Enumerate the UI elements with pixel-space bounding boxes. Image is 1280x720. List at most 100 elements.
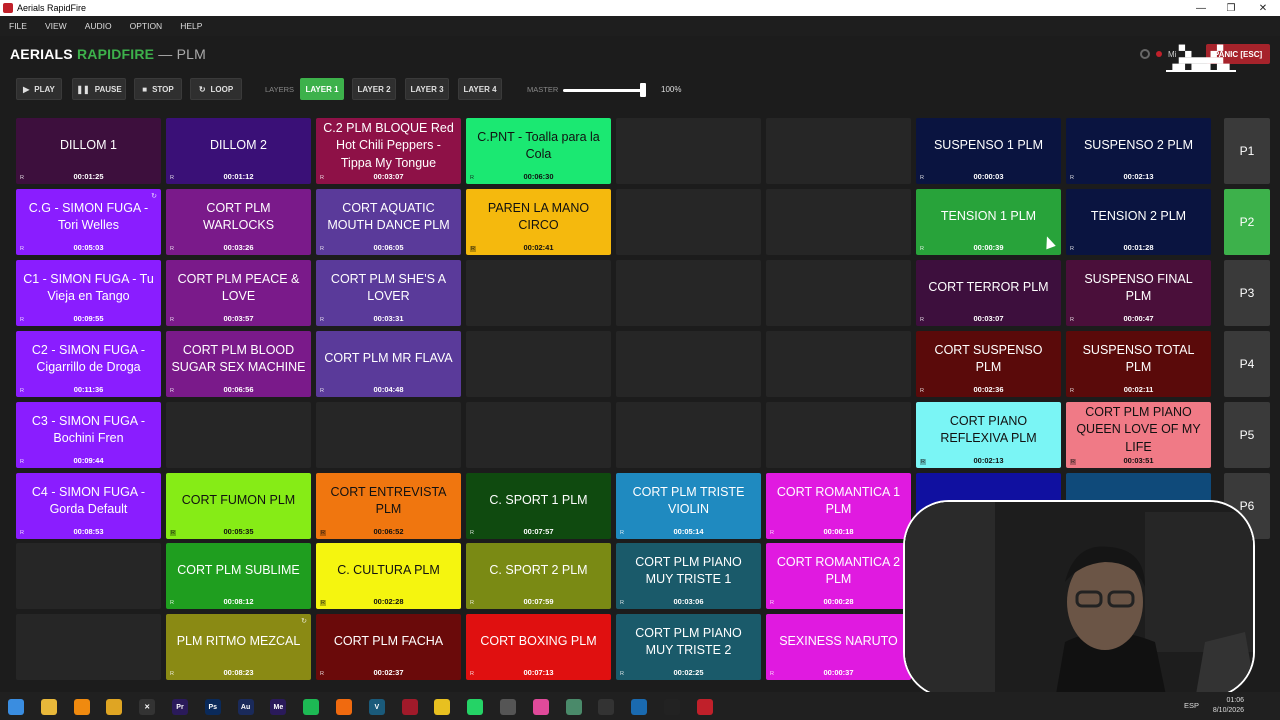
menu-file[interactable]: FILE xyxy=(0,21,36,31)
empty-cue-slot[interactable] xyxy=(466,402,611,468)
empty-cue-slot[interactable] xyxy=(616,402,761,468)
master-volume-slider[interactable] xyxy=(563,89,643,92)
page-p1-button[interactable]: P1 xyxy=(1224,118,1270,184)
cue-c3-simon-fuga-bochini-fren[interactable]: C3 - SIMON FUGA - Bochini Fren 00:09:44 R xyxy=(16,402,161,468)
empty-cue-slot[interactable] xyxy=(766,260,911,326)
cue-cort-piano-reflexiva-plm[interactable]: CORT PIANO REFLEXIVA PLM 00:02:13 R xyxy=(916,402,1061,468)
cue-plm-ritmo-mezcal[interactable]: PLM RITMO MEZCAL 00:08:23 R ↻ xyxy=(166,614,311,680)
cue-cort-fumon-plm[interactable]: CORT FUMON PLM 00:05:35 R xyxy=(166,473,311,539)
close-button[interactable]: ✕ xyxy=(1248,0,1278,16)
taskbar-pr-icon[interactable]: Pr xyxy=(172,699,188,715)
layer-2-tab[interactable]: LAYER 2 xyxy=(352,78,396,100)
taskbar-terminal-icon[interactable] xyxy=(664,699,680,715)
menu-view[interactable]: VIEW xyxy=(36,21,76,31)
taskbar-grid-icon[interactable] xyxy=(631,699,648,715)
page-p4-button[interactable]: P4 xyxy=(1224,331,1270,397)
minimize-button[interactable]: — xyxy=(1186,0,1216,16)
empty-cue-slot[interactable] xyxy=(166,402,311,468)
cue-c4-simon-fuga-gorda-default[interactable]: C4 - SIMON FUGA - Gorda Default 00:08:53 R xyxy=(16,473,161,539)
cue-tension-2-plm[interactable]: TENSION 2 PLM 00:01:28 R xyxy=(1066,189,1211,255)
taskbar-chrome-icon[interactable] xyxy=(106,699,123,715)
cue-cort-plm-sublime[interactable]: CORT PLM SUBLIME 00:08:12 R xyxy=(166,543,311,609)
master-volume-knob[interactable] xyxy=(640,83,646,97)
taskbar-notes-icon[interactable] xyxy=(565,699,582,715)
cue-cort-romantica-1-plm[interactable]: CORT ROMANTICA 1 PLM 00:00:18 R xyxy=(766,473,911,539)
taskbar-photos-icon[interactable] xyxy=(532,699,549,715)
cue-paren-la-mano-circo[interactable]: PAREN LA MANO CIRCO 00:02:41 R xyxy=(466,189,611,255)
gear-icon[interactable] xyxy=(1140,49,1150,59)
taskbar-whatsapp-icon[interactable] xyxy=(467,699,484,715)
taskbar-au-icon[interactable]: Au xyxy=(237,699,254,715)
stop-button[interactable]: ■ STOP xyxy=(134,78,182,100)
taskbar-yellow-icon[interactable] xyxy=(434,699,451,715)
taskbar-vlc-icon[interactable] xyxy=(73,699,90,715)
cue-cort-entrevista-plm[interactable]: CORT ENTREVISTA PLM 00:06:52 R xyxy=(316,473,461,539)
taskbar-calc-icon[interactable] xyxy=(500,699,516,715)
taskbar-v-icon[interactable]: V xyxy=(368,699,385,715)
cue-cort-plm-mr-flava[interactable]: CORT PLM MR FLAVA 00:04:48 R xyxy=(316,331,461,397)
cue-cort-plm-piano-muy-triste-2[interactable]: CORT PLM PIANO MUY TRISTE 2 00:02:25 R xyxy=(616,614,761,680)
cue-cort-plm-piano-queen-love-of-my-life[interactable]: CORT PLM PIANO QUEEN LOVE OF MY LIFE 00:0… xyxy=(1066,402,1211,468)
empty-cue-slot[interactable] xyxy=(616,189,761,255)
empty-cue-slot[interactable] xyxy=(16,543,161,609)
loop-button[interactable]: ↻ LOOP xyxy=(190,78,242,100)
taskbar-red-icon[interactable] xyxy=(401,699,418,715)
cue-cort-terror-plm[interactable]: CORT TERROR PLM 00:03:07 R xyxy=(916,260,1061,326)
cue-tension-1-plm[interactable]: TENSION 1 PLM 00:00:39 R xyxy=(916,189,1061,255)
cue-c-sport-2-plm[interactable]: C. SPORT 2 PLM 00:07:59 R xyxy=(466,543,611,609)
cue-cort-plm-warlocks[interactable]: CORT PLM WARLOCKS 00:03:26 R xyxy=(166,189,311,255)
cue-cort-romantica-2-plm[interactable]: CORT ROMANTICA 2 PLM 00:00:28 R xyxy=(766,543,911,609)
cue-cort-plm-she-s-a-lover[interactable]: CORT PLM SHE'S A LOVER 00:03:31 R xyxy=(316,260,461,326)
taskbar-me-icon[interactable]: Me xyxy=(270,699,287,715)
cue-cort-plm-piano-muy-triste-1[interactable]: CORT PLM PIANO MUY TRISTE 1 00:03:06 R xyxy=(616,543,761,609)
taskbar-x-icon[interactable]: ✕ xyxy=(139,699,156,715)
clock[interactable]: 01:06 8/10/2026 xyxy=(1213,696,1244,716)
cue-cort-boxing-plm[interactable]: CORT BOXING PLM 00:07:13 R xyxy=(466,614,611,680)
cue-sexiness-naruto[interactable]: SEXINESS NARUTO 00:00:37 R xyxy=(766,614,911,680)
taskbar-search-icon[interactable] xyxy=(336,699,352,715)
taskbar-obs-icon[interactable] xyxy=(598,699,615,715)
empty-cue-slot[interactable] xyxy=(766,331,911,397)
layer-4-tab[interactable]: LAYER 4 xyxy=(458,78,502,100)
play-button[interactable]: ▶ PLAY xyxy=(16,78,62,100)
cue-c-pnt-toalla-para-la-cola[interactable]: C.PNT - Toalla para la Cola 00:06:30 R xyxy=(466,118,611,184)
cue-c-2-plm-bloque-red-hot-chili-peppers-tippa-my-tongue[interactable]: C.2 PLM BLOQUE Red Hot Chili Peppers - T… xyxy=(316,118,461,184)
cue-c-sport-1-plm[interactable]: C. SPORT 1 PLM 00:07:57 R xyxy=(466,473,611,539)
cue-cort-aquatic-mouth-dance-plm[interactable]: CORT AQUATIC MOUTH DANCE PLM 00:06:05 R xyxy=(316,189,461,255)
pause-button[interactable]: ❚❚ PAUSE xyxy=(72,78,126,100)
cue-suspenso-1-plm[interactable]: SUSPENSO 1 PLM 00:00:03 R xyxy=(916,118,1061,184)
cue-cort-plm-peace-love[interactable]: CORT PLM PEACE & LOVE 00:03:57 R xyxy=(166,260,311,326)
taskbar-explorer-icon[interactable] xyxy=(40,699,57,715)
menu-option[interactable]: OPTION xyxy=(121,21,172,31)
page-p5-button[interactable]: P5 xyxy=(1224,402,1270,468)
empty-cue-slot[interactable] xyxy=(616,118,761,184)
taskbar-rapidfire-icon[interactable] xyxy=(696,699,713,715)
empty-cue-slot[interactable] xyxy=(616,260,761,326)
language-indicator[interactable]: ESP xyxy=(1184,701,1199,710)
empty-cue-slot[interactable] xyxy=(466,260,611,326)
taskbar-start-icon[interactable] xyxy=(8,699,24,715)
menu-help[interactable]: HELP xyxy=(171,21,211,31)
cue-cort-suspenso-plm[interactable]: CORT SUSPENSO PLM 00:02:36 R xyxy=(916,331,1061,397)
cue-c1-simon-fuga-tu-vieja-en-tango[interactable]: C1 - SIMON FUGA - Tu Vieja en Tango 00:09… xyxy=(16,260,161,326)
empty-cue-slot[interactable] xyxy=(316,402,461,468)
empty-cue-slot[interactable] xyxy=(766,402,911,468)
cue-dillom-1[interactable]: DILLOM 1 00:01:25 R xyxy=(16,118,161,184)
taskbar-ps-icon[interactable]: Ps xyxy=(204,699,221,715)
layer-1-tab[interactable]: LAYER 1 xyxy=(300,78,344,100)
cue-cort-plm-facha[interactable]: CORT PLM FACHA 00:02:37 R xyxy=(316,614,461,680)
empty-cue-slot[interactable] xyxy=(466,331,611,397)
layer-3-tab[interactable]: LAYER 3 xyxy=(405,78,449,100)
cue-suspenso-2-plm[interactable]: SUSPENSO 2 PLM 00:02:13 R xyxy=(1066,118,1211,184)
cue-cort-plm-blood-sugar-sex-machine[interactable]: CORT PLM BLOOD SUGAR SEX MACHINE 00:06:56… xyxy=(166,331,311,397)
page-p3-button[interactable]: P3 xyxy=(1224,260,1270,326)
menu-audio[interactable]: AUDIO xyxy=(76,21,121,31)
empty-cue-slot[interactable] xyxy=(766,189,911,255)
cue-cort-plm-triste-violin[interactable]: CORT PLM TRISTE VIOLIN 00:05:14 R xyxy=(616,473,761,539)
empty-cue-slot[interactable] xyxy=(616,331,761,397)
cue-suspenso-total-plm[interactable]: SUSPENSO TOTAL PLM 00:02:11 R xyxy=(1066,331,1211,397)
page-p2-button[interactable]: P2 xyxy=(1224,189,1270,255)
cue-c2-simon-fuga-cigarrillo-de-droga[interactable]: C2 - SIMON FUGA - Cigarrillo de Droga 00:… xyxy=(16,331,161,397)
taskbar-spotify-icon[interactable] xyxy=(303,699,320,715)
empty-cue-slot[interactable] xyxy=(16,614,161,680)
